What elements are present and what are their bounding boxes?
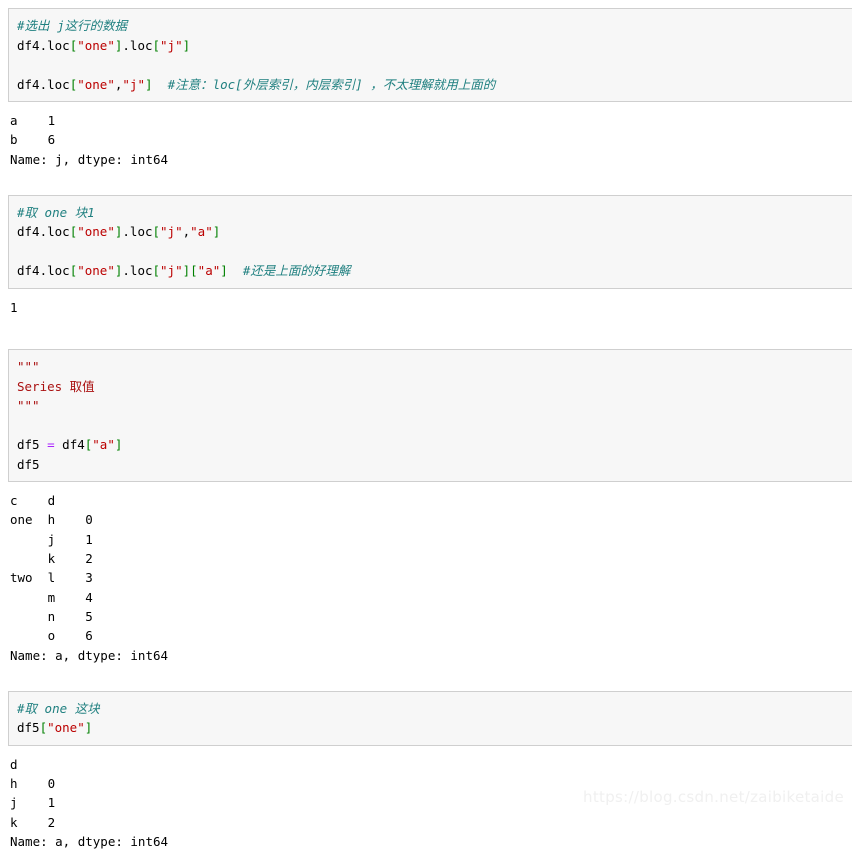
code-token-bracket: [ bbox=[152, 37, 161, 53]
cell-spacer-1 bbox=[0, 175, 852, 195]
code-token-string: "a" bbox=[92, 437, 115, 453]
code-token-bracket: [ bbox=[39, 720, 48, 736]
code-token-doc: """ bbox=[17, 398, 40, 414]
code-token-string: "j" bbox=[160, 224, 183, 240]
code-token-string: "one" bbox=[77, 263, 115, 279]
code-token-doc: Series 取值 bbox=[17, 378, 95, 394]
code-token-plain: df4.loc bbox=[17, 37, 70, 53]
code-cell-input-3[interactable]: """ Series 取值 """ df5 = df4["a"] df5 bbox=[8, 349, 852, 483]
code-token-doc: """ bbox=[17, 359, 40, 375]
code-cell-output-4: d h 0 j 1 k 2 Name: a, dtype: int64 bbox=[0, 745, 852, 857]
code-cell-input-2[interactable]: #取 one 块1 df4.loc["one"].loc["j","a"] df… bbox=[8, 194, 852, 289]
code-token-plain: df5 bbox=[17, 437, 48, 453]
code-token-plain: df5 bbox=[17, 720, 40, 736]
code-token-bracket: ] bbox=[182, 263, 191, 279]
code-token-plain: df4.loc bbox=[17, 263, 70, 279]
code-token-string: "one" bbox=[77, 76, 115, 92]
code-token-plain: .loc bbox=[122, 224, 153, 240]
code-token-plain: .loc bbox=[122, 37, 153, 53]
code-token-bracket: ] bbox=[84, 720, 93, 736]
code-token-bracket: [ bbox=[190, 263, 198, 279]
code-token-operator: = bbox=[47, 437, 55, 453]
code-cell-input-4[interactable]: #取 one 这块 df5["one"] bbox=[8, 690, 852, 746]
code-cell-output-1: a 1 b 6 Name: j, dtype: int64 bbox=[0, 102, 852, 175]
code-token-comment: #取 one 块1 bbox=[17, 204, 95, 220]
code-token-plain: , bbox=[182, 224, 191, 240]
code-token-comment: #注意：loc[外层索引，内层索引] ，不太理解就用上面的 bbox=[167, 76, 496, 92]
code-token-string: "a" bbox=[190, 224, 213, 240]
code-token-plain: df5 bbox=[17, 456, 40, 472]
code-token-plain: df4.loc bbox=[17, 76, 70, 92]
code-token-plain: df4.loc bbox=[17, 224, 70, 240]
code-token-string: "one" bbox=[77, 224, 115, 240]
output-text-3: c d one h 0 j 1 k 2 two l 3 m 4 n 5 o 6 … bbox=[10, 493, 169, 663]
cell-spacer-3 bbox=[0, 671, 852, 691]
code-token-bracket: ] bbox=[212, 224, 221, 240]
code-source-2: #取 one 块1 df4.loc["one"].loc["j","a"] df… bbox=[17, 203, 852, 281]
code-cell-output-2: 1 bbox=[0, 288, 852, 324]
code-token-string: "j" bbox=[160, 263, 183, 279]
code-token-bracket: ] bbox=[182, 37, 191, 53]
code-token-string: "j" bbox=[122, 76, 145, 92]
code-token-bracket: [ bbox=[152, 224, 161, 240]
code-token-plain: .loc bbox=[122, 263, 153, 279]
output-text-1: a 1 b 6 Name: j, dtype: int64 bbox=[10, 113, 169, 167]
code-token-string: "one" bbox=[77, 37, 115, 53]
code-token-string: "j" bbox=[160, 37, 183, 53]
code-token-string: "a" bbox=[197, 263, 221, 279]
output-text-2: 1 bbox=[10, 299, 18, 315]
code-source-4: #取 one 这块 df5["one"] bbox=[17, 699, 852, 738]
code-token-comment: #还是上面的好理解 bbox=[242, 263, 351, 279]
code-source-1: #选出 j这行的数据 df4.loc["one"].loc["j"] df4.l… bbox=[17, 16, 852, 94]
code-token-bracket: ] bbox=[114, 437, 123, 453]
code-cell-output-3: c d one h 0 j 1 k 2 two l 3 m 4 n 5 o 6 … bbox=[0, 482, 852, 671]
code-token-bracket: ] bbox=[220, 263, 228, 279]
top-spacer bbox=[0, 0, 852, 8]
code-token-string: "one" bbox=[47, 720, 85, 736]
code-cell-input-1[interactable]: #选出 j这行的数据 df4.loc["one"].loc["j"] df4.l… bbox=[8, 8, 852, 102]
notebook-container: #选出 j这行的数据 df4.loc["one"].loc["j"] df4.l… bbox=[0, 0, 852, 857]
code-token-bracket: [ bbox=[152, 263, 161, 279]
cell-spacer-2 bbox=[0, 323, 852, 349]
code-source-3: """ Series 取值 """ df5 = df4["a"] df5 bbox=[17, 357, 852, 474]
code-token-plain: df4 bbox=[54, 437, 85, 453]
code-token-bracket: ] bbox=[144, 76, 153, 92]
code-token-comment: #取 one 这块 bbox=[17, 700, 100, 716]
output-text-4: d h 0 j 1 k 2 Name: a, dtype: int64 bbox=[10, 756, 169, 850]
code-token-comment: #选出 j这行的数据 bbox=[17, 18, 128, 33]
